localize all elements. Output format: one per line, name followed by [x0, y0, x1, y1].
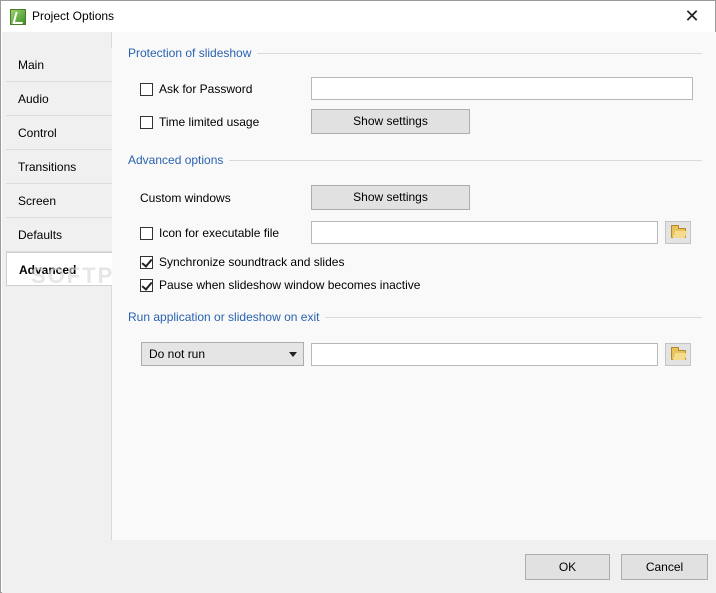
cancel-button[interactable]: Cancel: [621, 554, 708, 580]
ok-button[interactable]: OK: [525, 554, 610, 580]
sidebar: Main Audio Control Transitions Screen De…: [2, 32, 113, 540]
section-title-advanced: Advanced options: [128, 153, 230, 167]
icon-file-checkbox[interactable]: [140, 226, 153, 240]
time-limited-label: Time limited usage: [159, 115, 260, 129]
run-on-exit-select-value: Do not run: [149, 347, 206, 361]
icon-file-label: Icon for executable file: [159, 226, 280, 240]
sidebar-item-defaults[interactable]: Defaults: [6, 218, 112, 252]
icon-file-browse-button[interactable]: [665, 221, 691, 244]
run-on-exit-select[interactable]: Do not run: [141, 342, 304, 366]
time-limited-show-settings-button[interactable]: Show settings: [311, 109, 470, 134]
folder-open-icon: [671, 225, 686, 238]
ask-password-checkbox[interactable]: [140, 82, 153, 96]
sidebar-item-screen[interactable]: Screen: [6, 184, 112, 218]
icon-file-checkbox-row[interactable]: Icon for executable file: [140, 225, 279, 241]
sidebar-item-main[interactable]: Main: [6, 48, 112, 82]
run-on-exit-browse-button[interactable]: [665, 343, 691, 366]
dialog-footer: OK Cancel: [2, 540, 716, 593]
sidebar-item-transitions[interactable]: Transitions: [6, 150, 112, 184]
password-input[interactable]: [311, 77, 693, 100]
sidebar-item-audio[interactable]: Audio: [6, 82, 112, 116]
ask-password-label: Ask for Password: [159, 82, 253, 96]
slideshow-app-icon: [10, 9, 26, 25]
ask-password-checkbox-row[interactable]: Ask for Password: [140, 81, 252, 97]
folder-open-icon: [671, 347, 686, 360]
time-limited-checkbox-row[interactable]: Time limited usage: [140, 114, 259, 130]
close-button[interactable]: ✕: [669, 1, 715, 32]
project-options-window: Project Options ✕ Main Audio Control Tra…: [0, 0, 716, 593]
section-divider: [322, 317, 702, 318]
sidebar-item-advanced[interactable]: Advanced: [6, 252, 113, 286]
sidebar-item-control[interactable]: Control: [6, 116, 112, 150]
window-title: Project Options: [32, 9, 115, 23]
section-title-run-on-exit: Run application or slideshow on exit: [128, 310, 326, 324]
icon-file-input[interactable]: [311, 221, 658, 244]
section-divider: [227, 160, 702, 161]
time-limited-checkbox[interactable]: [140, 115, 153, 129]
advanced-panel: Protection of slideshow Ask for Password…: [112, 32, 716, 540]
section-title-protection: Protection of slideshow: [128, 46, 258, 60]
pause-inactive-label: Pause when slideshow window becomes inac…: [159, 278, 421, 292]
chevron-down-icon: [289, 352, 297, 357]
pause-inactive-checkbox[interactable]: [140, 278, 153, 292]
pause-inactive-checkbox-row[interactable]: Pause when slideshow window becomes inac…: [140, 277, 420, 293]
section-divider: [252, 53, 702, 54]
custom-windows-label: Custom windows: [140, 191, 231, 205]
close-icon: ✕: [684, 6, 700, 26]
sync-soundtrack-checkbox-row[interactable]: Synchronize soundtrack and slides: [140, 254, 344, 270]
sync-soundtrack-label: Synchronize soundtrack and slides: [159, 255, 345, 269]
title-bar: Project Options ✕: [1, 1, 715, 32]
custom-windows-show-settings-button[interactable]: Show settings: [311, 185, 470, 210]
sync-soundtrack-checkbox[interactable]: [140, 255, 153, 269]
run-on-exit-path-input[interactable]: [311, 343, 658, 366]
